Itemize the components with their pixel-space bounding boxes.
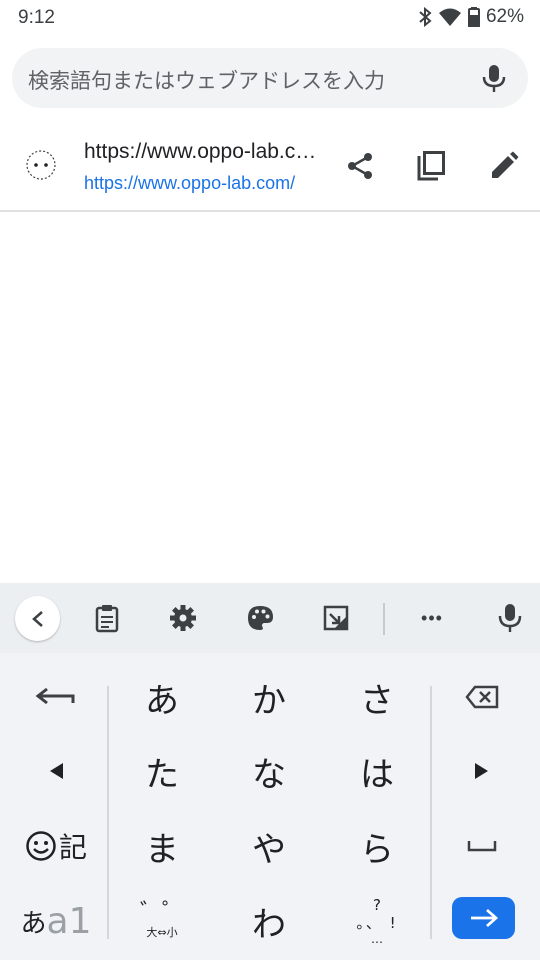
key-ra[interactable]: ら bbox=[332, 811, 422, 881]
key-column-divider bbox=[107, 686, 109, 939]
mode-label-alnum: a1 bbox=[46, 900, 92, 942]
key-a[interactable]: あ bbox=[117, 662, 207, 732]
suggestion-title[interactable]: https://www.oppo-lab.com/ bbox=[84, 140, 322, 164]
dakuten-key[interactable]: ゛゜ 大⇔小 bbox=[117, 886, 207, 956]
battery-icon bbox=[467, 7, 480, 27]
toolbar-separator bbox=[383, 603, 385, 635]
search-input[interactable]: 検索語句またはウェブアドレスを入力 bbox=[28, 65, 385, 95]
emoji-key-label: 記 bbox=[58, 831, 87, 864]
suggestion-url[interactable]: https://www.oppo-lab.com/ bbox=[84, 173, 312, 194]
undo-key[interactable] bbox=[16, 662, 96, 732]
dakuten-sub-label: 大⇔小 bbox=[146, 926, 178, 939]
key-ka[interactable]: か bbox=[224, 662, 314, 732]
copy-icon[interactable] bbox=[411, 146, 451, 186]
battery-percent: 62% bbox=[485, 6, 524, 27]
key-ma[interactable]: ま bbox=[117, 811, 207, 881]
share-icon[interactable] bbox=[340, 146, 380, 186]
wifi-icon bbox=[438, 7, 462, 27]
site-favicon bbox=[24, 148, 58, 182]
space-key[interactable] bbox=[442, 811, 522, 881]
clipboard-icon[interactable] bbox=[87, 598, 127, 638]
keyboard: ••• 記 あ a1 あ か さ た な は ま や ら ゛゜ 大⇔小 わ ? … bbox=[0, 583, 540, 960]
space-icon bbox=[467, 841, 497, 852]
cursor-left-key[interactable] bbox=[16, 736, 96, 806]
search-bar[interactable]: 検索語句またはウェブアドレスを入力 bbox=[12, 48, 528, 108]
back-icon[interactable] bbox=[15, 596, 60, 641]
status-icons: 62% bbox=[418, 6, 524, 28]
punct-top: ? bbox=[373, 896, 381, 914]
backspace-key[interactable] bbox=[442, 662, 522, 732]
emoji-symbol-key[interactable]: 記 bbox=[16, 811, 96, 881]
backspace-icon bbox=[465, 685, 499, 709]
dakuten-label: ゛゜ bbox=[139, 900, 184, 925]
cursor-right-key[interactable] bbox=[442, 736, 522, 806]
mic-icon[interactable] bbox=[478, 62, 510, 94]
smiley-icon bbox=[26, 831, 56, 861]
punct-mid: 。、 ! bbox=[356, 914, 398, 932]
key-na[interactable]: な bbox=[224, 736, 314, 806]
key-ya[interactable]: や bbox=[224, 811, 314, 881]
status-time: 9:12 bbox=[18, 7, 55, 28]
url-suggestion-row[interactable]: https://www.oppo-lab.com/ https://www.op… bbox=[0, 128, 540, 210]
edit-icon[interactable] bbox=[484, 146, 524, 186]
keyboard-mic-icon[interactable] bbox=[490, 598, 530, 638]
key-column-divider bbox=[430, 686, 432, 939]
status-bar: 9:12 62% bbox=[0, 0, 540, 36]
key-ha[interactable]: は bbox=[332, 736, 422, 806]
key-ta[interactable]: た bbox=[117, 736, 207, 806]
bluetooth-icon bbox=[418, 7, 432, 27]
input-mode-key[interactable]: あ a1 bbox=[16, 886, 96, 956]
arrow-right-icon bbox=[470, 908, 498, 928]
punctuation-key[interactable]: ? 。、 ! … bbox=[332, 886, 422, 956]
more-icon[interactable]: ••• bbox=[412, 598, 452, 638]
palette-icon[interactable] bbox=[240, 598, 280, 638]
enter-button[interactable] bbox=[452, 897, 515, 939]
settings-icon[interactable] bbox=[163, 598, 203, 638]
key-wa[interactable]: わ bbox=[224, 886, 314, 956]
key-sa[interactable]: さ bbox=[332, 662, 422, 732]
resize-icon[interactable] bbox=[316, 598, 356, 638]
punct-bottom: … bbox=[371, 932, 383, 946]
divider bbox=[0, 210, 540, 212]
mode-label-kana: あ bbox=[20, 908, 47, 939]
keyboard-toolbar: ••• bbox=[0, 583, 540, 653]
